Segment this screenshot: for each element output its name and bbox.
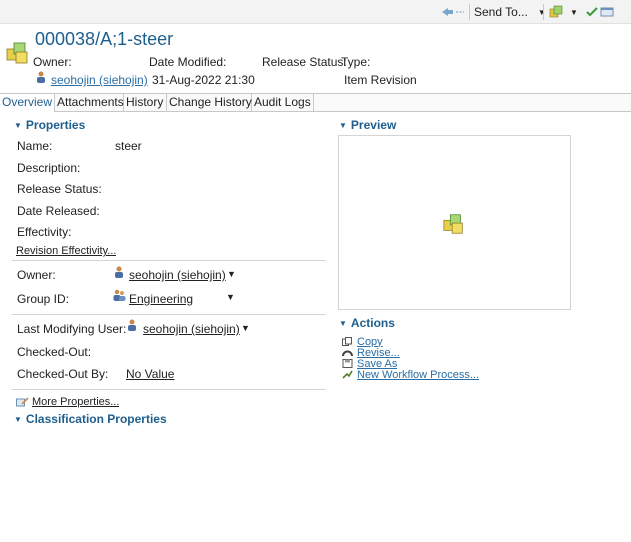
tab-overview[interactable]: Overview: [0, 94, 55, 112]
more-properties-link[interactable]: More Properties...: [16, 395, 119, 408]
tab-change-history[interactable]: Change History: [167, 94, 252, 112]
save-icon: [342, 359, 353, 368]
checked-out-by-link[interactable]: No Value: [126, 367, 174, 381]
back-forward-icon[interactable]: [440, 3, 466, 21]
divider: [12, 389, 326, 390]
owner-label: Owner:: [17, 268, 56, 282]
toolbar-separator: [469, 4, 470, 20]
date-modified-header-label: Date Modified:: [149, 55, 227, 69]
user-icon: [128, 319, 136, 331]
user-icon: [115, 266, 123, 278]
window-icon[interactable]: [600, 3, 614, 21]
new-workflow-process-action[interactable]: New Workflow Process...: [342, 369, 479, 380]
checked-out-by-label: Checked-Out By:: [17, 367, 109, 381]
last-modifying-user-link[interactable]: seohojin (siehojin): [143, 322, 240, 336]
checked-out-label: Checked-Out:: [17, 345, 92, 359]
revise-action[interactable]: Revise...: [342, 347, 400, 358]
date-released-label: Date Released:: [17, 204, 100, 218]
tab-history[interactable]: History: [124, 94, 167, 112]
owner-header-label: Owner:: [33, 55, 72, 69]
classification-heading[interactable]: ▼ Classification Properties: [14, 412, 167, 426]
owner-header-link[interactable]: seohojin (siehojin): [51, 73, 148, 87]
check-icon[interactable]: [585, 3, 599, 21]
release-status-label: Release Status:: [17, 182, 102, 196]
effectivity-label: Effectivity:: [17, 225, 72, 239]
copy-label: Copy: [357, 336, 383, 347]
preview-heading[interactable]: ▼ Preview: [339, 118, 396, 132]
last-modifying-dropdown-icon[interactable]: ▼: [241, 323, 250, 333]
save-as-action[interactable]: Save As: [342, 358, 397, 369]
caret-down-icon: ▼: [14, 415, 22, 424]
name-label: Name:: [17, 139, 53, 153]
date-modified-value: 31-Aug-2022 21:30: [152, 73, 255, 87]
owner-dropdown-icon[interactable]: ▼: [227, 269, 236, 279]
save-as-label: Save As: [357, 358, 398, 369]
item-revision-icon: [6, 42, 28, 64]
toolbar-separator: [543, 4, 544, 20]
item-menu-button[interactable]: ▼: [548, 3, 578, 21]
group-link[interactable]: Engineering: [129, 292, 193, 306]
preview-panel: [338, 135, 571, 310]
group-id-label: Group ID:: [17, 292, 70, 306]
new-workflow-process-label: New Workflow Process...: [357, 369, 480, 380]
item-revision-icon: [549, 5, 563, 18]
tab-attachments[interactable]: Attachments: [55, 94, 124, 112]
properties-heading-label: Properties: [25, 118, 86, 132]
actions-heading-label: Actions: [350, 316, 395, 330]
group-icon: [113, 289, 126, 301]
chevron-down-icon: ▼: [570, 7, 578, 17]
revise-icon: [342, 350, 353, 357]
type-header-label: Type:: [341, 55, 371, 69]
description-label: Description:: [17, 161, 81, 175]
page-title: 000038/A;1-steer: [35, 29, 174, 49]
tab-bar: Overview Attachments History Change Hist…: [0, 93, 631, 112]
actions-heading[interactable]: ▼ Actions: [339, 316, 395, 330]
tab-audit-logs[interactable]: Audit Logs: [252, 94, 314, 112]
revision-effectivity-link[interactable]: Revision Effectivity...: [16, 245, 116, 257]
name-value: steer: [115, 139, 142, 153]
chevron-down-icon: ▼: [537, 7, 546, 17]
item-revision-icon: [443, 214, 463, 234]
last-modifying-user-label: Last Modifying User:: [17, 322, 127, 336]
divider: [12, 260, 326, 261]
caret-down-icon: ▼: [14, 121, 22, 130]
workflow-icon: [342, 370, 353, 379]
caret-down-icon: ▼: [339, 121, 347, 130]
properties-heading[interactable]: ▼ Properties: [14, 118, 85, 132]
type-value: Item Revision: [344, 73, 417, 87]
send-to-button[interactable]: Send To... ▼: [474, 3, 546, 21]
caret-down-icon: ▼: [339, 319, 347, 328]
classification-heading-label: Classification Properties: [25, 412, 167, 426]
user-icon: [37, 71, 45, 83]
preview-heading-label: Preview: [350, 118, 397, 132]
copy-action[interactable]: Copy: [342, 336, 383, 347]
revise-label: Revise...: [357, 347, 400, 358]
top-toolbar: Send To... ▼ ▼: [0, 0, 631, 24]
copy-icon: [342, 337, 352, 346]
edit-properties-icon: [16, 396, 29, 406]
send-to-label: Send To...: [474, 5, 528, 19]
group-dropdown-icon[interactable]: ▼: [226, 292, 235, 302]
more-properties-label: More Properties...: [32, 395, 120, 408]
divider: [12, 314, 326, 315]
owner-link[interactable]: seohojin (siehojin): [129, 268, 226, 282]
release-status-header-label: Release Status:: [262, 55, 347, 69]
